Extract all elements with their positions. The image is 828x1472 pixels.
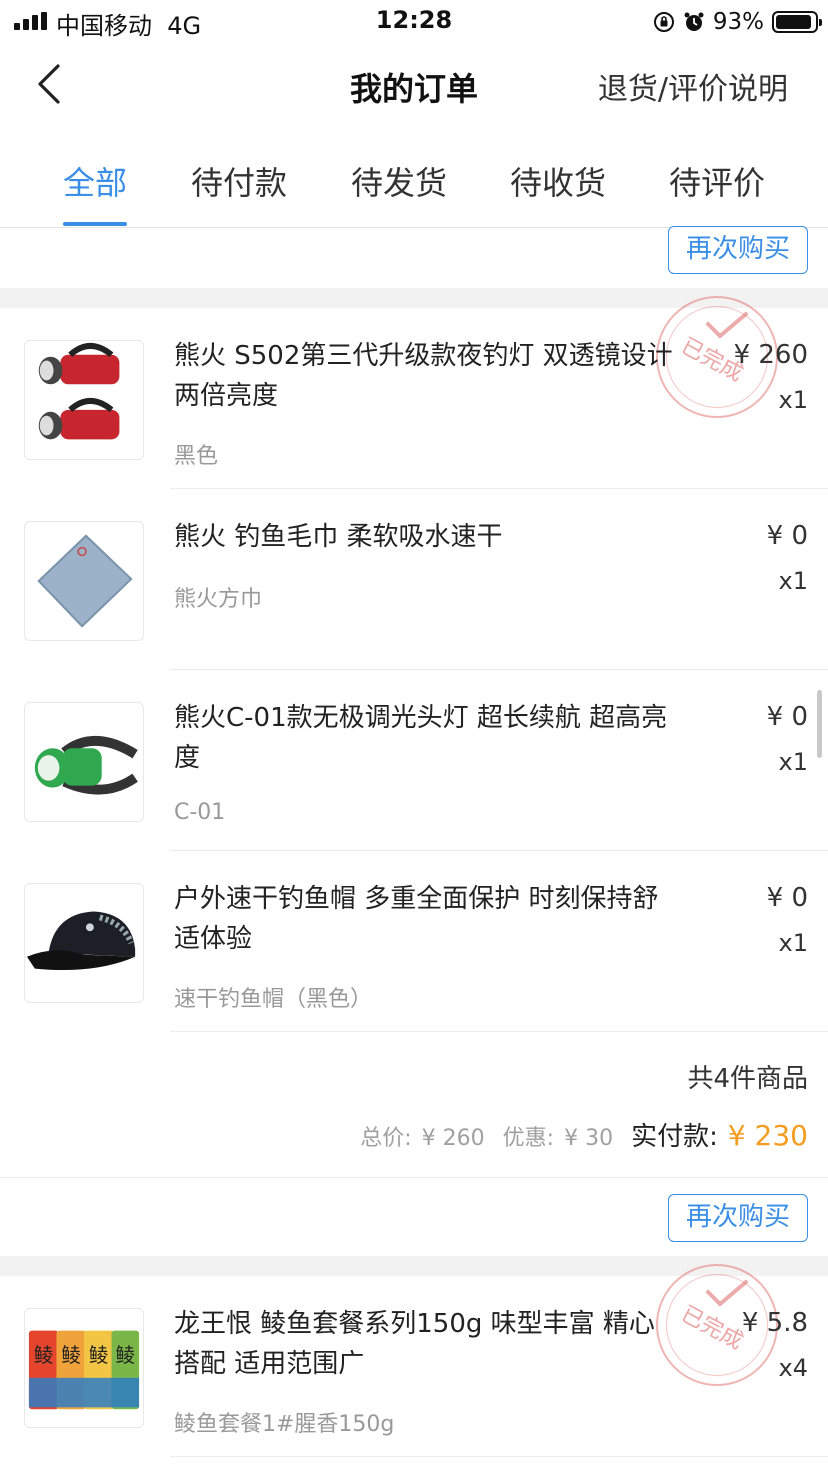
- nav-bar: 我的订单 退货/评价说明: [0, 44, 828, 128]
- order-item[interactable]: 熊火C-01款无极调光头灯 超长续航 超高亮度 C-01 ¥ 0 x1: [0, 702, 828, 882]
- item-spec: 熊火方巾: [174, 587, 263, 612]
- item-quantity: x1: [778, 929, 808, 957]
- stamp-check-icon: [706, 1280, 748, 1307]
- item-spec: 黑色: [174, 444, 219, 469]
- order-status-tabs: 全部 待付款 待发货 待收货 待评价: [0, 128, 828, 228]
- towel-image: [24, 521, 144, 641]
- item-spec: C-01: [174, 800, 226, 825]
- discount-label: 优惠:: [502, 1126, 555, 1151]
- item-quantity: x1: [778, 386, 808, 414]
- order-item[interactable]: 熊火 S502第三代升级款夜钓灯 双透镜设计 两倍亮度 黑色 ¥ 260 x1: [0, 340, 828, 520]
- item-price: ¥ 0: [766, 521, 808, 551]
- battery-percent: 93%: [712, 9, 764, 35]
- item-title: 龙王恨 鲮鱼套餐系列150g 味型丰富 精心搭配 适用范围广: [174, 1309, 655, 1379]
- total-price-label: 总价:: [360, 1126, 412, 1151]
- bait-pack-label: 鲮: [34, 1344, 54, 1367]
- divider: [170, 488, 828, 489]
- tab-pending-shipment[interactable]: 待发货: [351, 158, 447, 204]
- item-quantity: x1: [778, 567, 808, 595]
- active-tab-indicator: [63, 222, 127, 226]
- alarm-icon: [684, 12, 704, 31]
- divider: [170, 1031, 828, 1032]
- order-item[interactable]: 户外速干钓鱼帽 多重全面保护 时刻保持舒适体验 速干钓鱼帽（黑色） ¥ 0 x1: [0, 883, 828, 1063]
- item-spec: 鲮鱼套餐1#腥香150g: [174, 1412, 395, 1437]
- bait-packs-image: 鲮 鲮 鲮 鲮: [24, 1308, 144, 1428]
- item-price: ¥ 0: [766, 702, 808, 732]
- total-price-value: ¥ 260: [421, 1126, 485, 1151]
- scrollbar[interactable]: [817, 690, 822, 758]
- total-item-count: 共4件商品: [687, 1064, 808, 1094]
- discount-value: ¥ 30: [564, 1126, 614, 1151]
- order-summary: 总价: ¥ 260 优惠: ¥ 30 实付款: ¥ 230: [360, 1116, 808, 1153]
- orientation-lock-icon: [653, 12, 674, 32]
- fishing-lamp-image: [24, 340, 144, 460]
- item-title: 熊火 钓鱼毛巾 柔软吸水速干: [174, 522, 503, 552]
- bait-pack-label: 鲮: [115, 1344, 135, 1367]
- order-item[interactable]: 鲮 鲮 鲮 鲮 龙王恨 鲮鱼套餐系列150g 味型丰富 精心搭配 适用范围广 鲮…: [0, 1308, 828, 1472]
- order-item[interactable]: 熊火 钓鱼毛巾 柔软吸水速干 熊火方巾 ¥ 0 x1: [0, 521, 828, 701]
- rebuy-button[interactable]: 再次购买: [668, 226, 808, 274]
- bait-pack-label: 鲮: [89, 1344, 109, 1367]
- divider: [170, 850, 828, 851]
- item-spec: 速干钓鱼帽（黑色）: [174, 987, 373, 1012]
- item-title: 熊火C-01款无极调光头灯 超长续航 超高亮度: [174, 703, 668, 773]
- item-price: ¥ 0: [766, 883, 808, 913]
- status-bar: 中国移动 4G 12:28 93%: [0, 0, 828, 44]
- item-quantity: x1: [778, 748, 808, 776]
- cap-image: [24, 883, 144, 1003]
- return-policy-link[interactable]: 退货/评价说明: [598, 64, 788, 108]
- divider: [170, 1456, 828, 1457]
- tab-pending-receipt[interactable]: 待收货: [510, 158, 606, 204]
- divider: [0, 1177, 828, 1178]
- paid-label: 实付款:: [631, 1122, 718, 1152]
- status-right: 93%: [653, 6, 822, 38]
- tab-pending-review[interactable]: 待评价: [669, 158, 765, 204]
- tab-all[interactable]: 全部: [63, 158, 127, 204]
- item-price: ¥ 260: [733, 340, 808, 370]
- item-quantity: x4: [778, 1354, 808, 1382]
- item-price: ¥ 5.8: [741, 1308, 808, 1338]
- item-title: 户外速干钓鱼帽 多重全面保护 时刻保持舒适体验: [174, 884, 659, 954]
- paid-amount: ¥ 230: [727, 1119, 808, 1152]
- battery-icon: [772, 11, 822, 33]
- bait-pack-label: 鲮: [61, 1344, 81, 1367]
- divider: [170, 669, 828, 670]
- rebuy-button[interactable]: 再次购买: [668, 1194, 808, 1242]
- stamp-check-icon: [706, 312, 748, 339]
- item-title: 熊火 S502第三代升级款夜钓灯 双透镜设计 两倍亮度: [174, 341, 673, 411]
- tab-pending-payment[interactable]: 待付款: [191, 158, 287, 204]
- headlamp-image: [24, 702, 144, 822]
